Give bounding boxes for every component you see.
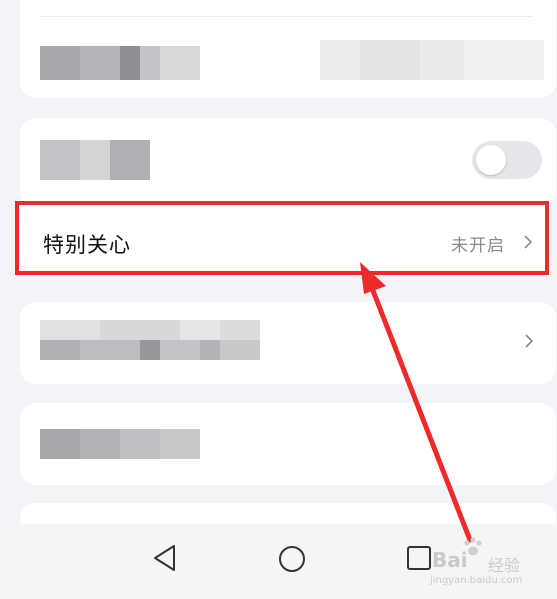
annotation-arrow: [360, 262, 473, 543]
watermark-brand-cn: 经验: [488, 556, 521, 575]
watermark-url: jingyan.baidu.com: [430, 575, 523, 586]
watermark-brand: Bai: [432, 548, 468, 572]
